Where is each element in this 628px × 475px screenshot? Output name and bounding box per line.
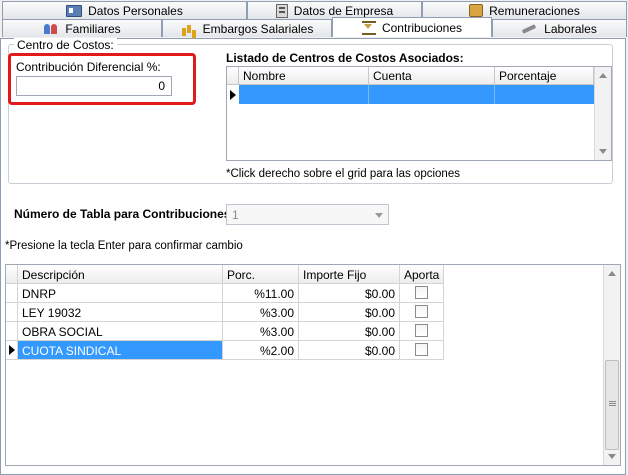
cell-descripcion[interactable]: DNRP xyxy=(18,284,223,303)
grid-corner xyxy=(6,265,18,284)
column-header-aporta[interactable]: Aporta xyxy=(400,265,444,284)
column-header-nombre[interactable]: Nombre xyxy=(239,67,369,85)
scroll-down-icon[interactable] xyxy=(599,149,607,154)
tools-icon xyxy=(522,23,538,35)
tab-laborales[interactable]: Laborales xyxy=(492,19,627,37)
tab-label: Familiares xyxy=(65,21,121,36)
column-header-porc[interactable]: Porc. xyxy=(223,265,299,284)
row-header[interactable] xyxy=(6,303,18,322)
tab-label: Embargos Salariales xyxy=(202,21,314,36)
tab-datos-personales[interactable]: Datos Personales xyxy=(2,1,247,19)
enter-hint: *Presione la tecla Enter para confirmar … xyxy=(5,240,243,252)
tab-label: Datos de Empresa xyxy=(293,3,394,18)
building-icon xyxy=(275,3,288,18)
row-header[interactable] xyxy=(6,284,18,303)
table-number-value: 1 xyxy=(232,208,239,222)
scroll-down-icon[interactable] xyxy=(608,454,616,459)
tab-contribuciones[interactable]: Contribuciones xyxy=(332,17,492,37)
row-header[interactable] xyxy=(6,341,18,360)
cell-importe-fijo[interactable]: $0.00 xyxy=(299,303,400,322)
tab-embargos-salariales[interactable]: Embargos Salariales xyxy=(162,19,332,37)
cost-center-list-title: Listado de Centros de Costos Asociados: xyxy=(226,51,464,65)
cell-porc[interactable]: %3.00 xyxy=(223,322,299,341)
diff-contribution-label: Contribución Diferencial %: xyxy=(16,60,161,74)
cell-descripcion[interactable]: CUOTA SINDICAL xyxy=(18,341,223,360)
column-header-descripcion[interactable]: Descripción xyxy=(18,265,223,284)
tab-label: Contribuciones xyxy=(381,20,463,35)
cell-importe-fijo[interactable]: $0.00 xyxy=(299,322,400,341)
cell-importe-fijo[interactable]: $0.00 xyxy=(299,341,400,360)
tab-label: Laborales xyxy=(544,21,597,36)
aporta-checkbox[interactable] xyxy=(415,343,428,356)
bar-chart-icon xyxy=(181,22,197,36)
row-pointer-icon xyxy=(9,345,15,355)
table-row[interactable] xyxy=(239,85,594,104)
cost-center-grid[interactable]: Nombre Cuenta Porcentaje xyxy=(226,66,612,161)
diff-contribution-input[interactable] xyxy=(16,76,172,96)
people-icon xyxy=(43,22,59,36)
tab-familiares[interactable]: Familiares xyxy=(2,19,162,37)
cost-center-legend: Centro de Costos: xyxy=(14,38,117,52)
cell-porc[interactable]: %11.00 xyxy=(223,284,299,303)
cell-aporta xyxy=(400,284,444,303)
cell-importe-fijo[interactable]: $0.00 xyxy=(299,284,400,303)
cell-porc[interactable]: %3.00 xyxy=(223,303,299,322)
grid-options-hint: *Click derecho sobre el grid para las op… xyxy=(226,168,460,180)
aporta-checkbox[interactable] xyxy=(415,286,428,299)
cell-descripcion[interactable]: OBRA SOCIAL xyxy=(18,322,223,341)
column-header-importe-fijo[interactable]: Importe Fijo xyxy=(299,265,400,284)
row-pointer-icon xyxy=(230,90,236,100)
aporta-checkbox[interactable] xyxy=(415,324,428,337)
money-chart-icon xyxy=(469,4,484,17)
cell-descripcion[interactable]: LEY 19032 xyxy=(18,303,223,322)
id-card-icon xyxy=(66,4,83,17)
tab-label: Remuneraciones xyxy=(489,3,580,18)
scroll-thumb[interactable] xyxy=(605,360,619,450)
table-number-select[interactable]: 1 xyxy=(226,204,389,225)
scroll-up-icon[interactable] xyxy=(599,73,607,78)
scroll-up-icon[interactable] xyxy=(608,271,616,276)
cell-porc[interactable]: %2.00 xyxy=(223,341,299,360)
column-header-cuenta[interactable]: Cuenta xyxy=(369,67,495,85)
column-header-porcentaje[interactable]: Porcentaje xyxy=(495,67,594,85)
cell-aporta xyxy=(400,322,444,341)
grid-scrollbar[interactable] xyxy=(594,67,611,160)
table-number-label: Número de Tabla para Contribuciones: xyxy=(14,207,235,221)
grid-scrollbar[interactable] xyxy=(603,265,620,465)
tab-label: Datos Personales xyxy=(88,3,183,18)
grid-corner xyxy=(227,67,239,85)
row-header[interactable] xyxy=(6,322,18,341)
aporta-checkbox[interactable] xyxy=(415,305,428,318)
contributions-grid[interactable]: Descripción Porc. Importe Fijo Aporta DN… xyxy=(5,264,621,466)
cell-aporta xyxy=(400,303,444,322)
chevron-down-icon xyxy=(375,213,383,218)
cell-aporta xyxy=(400,341,444,360)
hourglass-icon xyxy=(361,20,376,35)
